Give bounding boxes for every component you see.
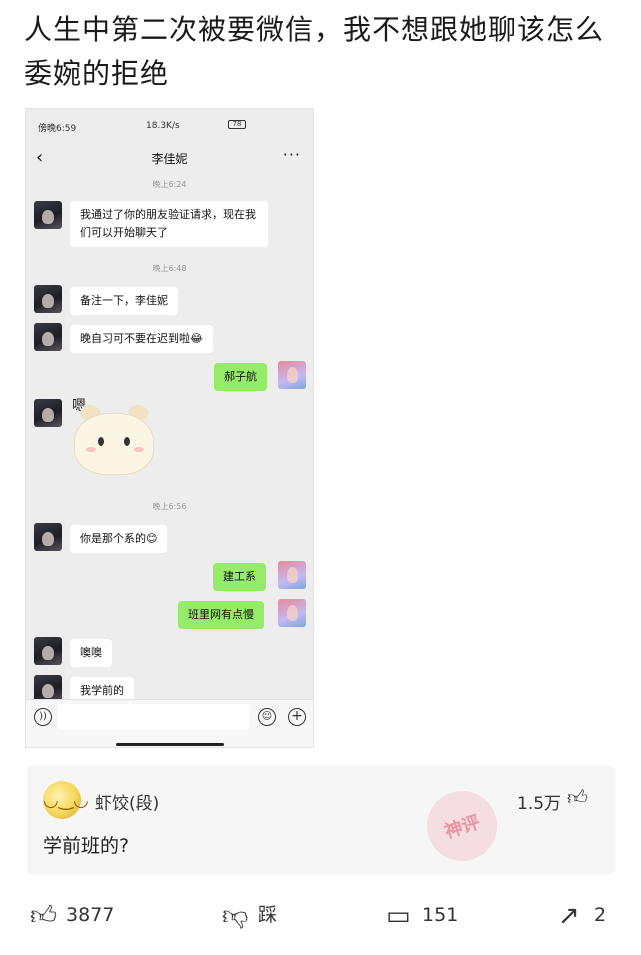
message-bubble: 我通过了你的朋友验证请求，现在我们可以开始聊天了 [70, 201, 268, 247]
message-bubble: 郝子航 [214, 363, 267, 391]
stamp-text: 神评 [442, 811, 483, 843]
voice-icon[interactable]: )) [34, 708, 52, 726]
thumbs-down-icon: 👎︎ [222, 900, 249, 931]
comment-count: 151 [422, 904, 459, 926]
chat-input-bar: )) ☺ + [26, 699, 313, 747]
thumbs-up-icon[interactable]: 👍︎ [567, 785, 588, 810]
chat-screenshot: 傍晚6:59 18.3K/s 78 ‹ 李佳妮 ··· 晚上6:24 我通过了你… [25, 108, 314, 748]
message-bubble: 建工系 [213, 563, 266, 591]
chat-title: 李佳妮 [151, 152, 188, 166]
home-indicator [116, 743, 224, 746]
stamp-logo: 神评 [417, 781, 507, 871]
battery-icon: 78 [228, 120, 246, 129]
dislike-button[interactable]: 👎︎ 踩 [222, 898, 277, 932]
emoji-icon[interactable]: ☺ [258, 708, 276, 726]
avatar[interactable] [278, 361, 306, 389]
message-input[interactable] [58, 704, 250, 730]
comment-text: 学前班的? [43, 835, 130, 857]
share-button[interactable]: ↗ 2 [558, 898, 606, 932]
avatar[interactable] [278, 599, 306, 627]
status-bar: 傍晚6:59 18.3K/s 78 [26, 109, 313, 141]
share-count: 2 [594, 904, 607, 926]
like-count: 3877 [66, 904, 115, 926]
share-icon: ↗ [558, 900, 580, 931]
avatar[interactable] [34, 323, 62, 351]
message-bubble: 班里网有点慢 [178, 601, 264, 629]
avatar[interactable] [34, 285, 62, 313]
status-time: 傍晚6:59 [38, 124, 77, 134]
message-bubble: 噢噢 [70, 639, 112, 667]
comment-icon: ▭ [386, 900, 411, 931]
cat-sticker[interactable]: 嗯 [72, 398, 162, 487]
timestamp: 晚上6:48 [152, 264, 187, 273]
post-title: 人生中第二次被要微信，我不想跟她聊该怎么委婉的拒绝 [24, 13, 605, 90]
comment-button[interactable]: ▭ 151 [386, 898, 458, 932]
like-button[interactable]: 👍︎ 3877 [30, 898, 114, 932]
avatar[interactable] [34, 201, 62, 229]
network-speed: 18.3K/s [146, 121, 180, 131]
timestamp: 晚上6:56 [152, 502, 187, 511]
avatar[interactable] [34, 399, 62, 427]
dislike-label: 踩 [258, 904, 278, 926]
message-bubble: 备注一下，李佳妮 [70, 287, 178, 315]
comment-like-count: 1.5万 [517, 794, 562, 814]
avatar[interactable] [34, 637, 62, 665]
avatar[interactable] [278, 561, 306, 589]
thumbs-up-icon: 👍︎ [30, 900, 58, 931]
plus-icon[interactable]: + [288, 708, 306, 726]
more-icon[interactable]: ··· [283, 145, 301, 164]
message-bubble: 晚自习可不要在迟到啦😂 [70, 325, 213, 353]
avatar[interactable] [34, 523, 62, 551]
avatar[interactable]: ◡‿◡ [43, 781, 89, 819]
hot-comment[interactable]: 神评 ◡‿◡ 虾饺(段) 1.5万 👍︎ 学前班的? [27, 765, 615, 875]
chat-nav-bar: ‹ 李佳妮 ··· [26, 141, 313, 175]
comment-username[interactable]: 虾饺(段) [95, 789, 159, 814]
timestamp: 晚上6:24 [152, 180, 187, 189]
message-bubble: 你是那个系的😊 [70, 525, 168, 553]
